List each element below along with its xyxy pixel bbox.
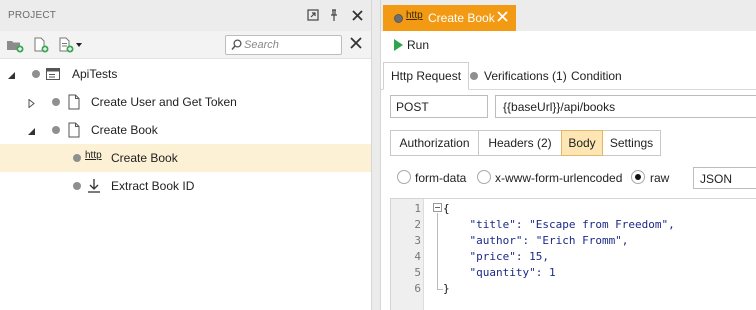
project-panel-header: PROJECT xyxy=(0,0,371,31)
urlencoded-label: x-www-form-urlencoded xyxy=(495,171,623,185)
search-icon xyxy=(231,39,242,54)
line-number-gutter: 1 2 3 4 5 6 xyxy=(391,199,424,310)
run-label: Run xyxy=(407,38,430,52)
body-format-select[interactable]: JSON xyxy=(693,167,756,189)
tab-condition[interactable]: Condition xyxy=(571,62,622,90)
code-line: } xyxy=(443,282,450,295)
tree-item-create-book[interactable]: Create Book xyxy=(0,116,371,144)
project-panel-title: PROJECT xyxy=(8,10,57,21)
close-panel-icon[interactable] xyxy=(349,7,365,23)
document-tab-label: Create Book xyxy=(428,11,495,25)
http-method-field[interactable] xyxy=(390,95,488,118)
restore-window-icon[interactable] xyxy=(305,7,321,23)
code-line: "price": 15, xyxy=(443,250,549,263)
search-box[interactable] xyxy=(225,35,342,55)
project-icon xyxy=(45,66,61,82)
close-tab-icon[interactable] xyxy=(497,11,510,24)
expand-arrow-icon[interactable] xyxy=(27,97,36,109)
pin-icon[interactable] xyxy=(326,7,342,23)
clear-search-icon[interactable] xyxy=(350,37,364,51)
http-request-icon: http xyxy=(85,150,103,166)
url-field[interactable] xyxy=(495,95,756,118)
add-step-dropdown-icon[interactable] xyxy=(58,37,84,53)
code-line: { xyxy=(443,202,450,215)
code-line: "author": "Erich Fromm", xyxy=(443,234,629,247)
tree-item-apitests[interactable]: ApiTests xyxy=(0,60,371,88)
extract-download-icon xyxy=(86,178,102,194)
tree-item-label: Create Book xyxy=(91,123,158,137)
status-dot xyxy=(52,98,60,106)
collapse-arrow-icon[interactable] xyxy=(7,69,16,79)
test-case-icon xyxy=(66,94,82,110)
urlencoded-radio[interactable] xyxy=(477,170,491,184)
tree-item-create-book-http-step[interactable]: http Create Book xyxy=(0,144,371,172)
fold-toggle-icon[interactable] xyxy=(433,203,442,212)
project-panel: PROJECT Search ApiTests Create User and … xyxy=(0,0,371,310)
project-toolbar xyxy=(0,31,371,59)
run-toolbar: Run xyxy=(381,31,756,58)
status-dot xyxy=(73,182,81,190)
http-icon-text: http xyxy=(85,150,102,161)
tab-headers[interactable]: Headers (2) xyxy=(478,130,562,156)
tab-authorization[interactable]: Authorization xyxy=(390,130,479,156)
tree-item-label: Create User and Get Token xyxy=(91,95,237,109)
editor-panel: http Create Book Run Http Request Verifi… xyxy=(381,0,756,310)
line-number: 4 xyxy=(414,250,421,263)
tab-http-request[interactable]: Http Request xyxy=(383,62,470,90)
document-tab-strip: http Create Book xyxy=(381,0,756,31)
tree-item-label: ApiTests xyxy=(72,67,118,81)
step-sub-tabs: Http Request Verifications (1) Condition xyxy=(381,60,756,90)
test-case-icon xyxy=(66,122,82,138)
tab-verifications[interactable]: Verifications (1) xyxy=(470,62,567,90)
panel-splitter[interactable] xyxy=(371,0,381,310)
request-section-tabs: Authorization Headers (2) Body Settings xyxy=(390,130,661,156)
tree-item-label: Extract Book ID xyxy=(111,179,195,193)
status-dot xyxy=(52,126,60,134)
tab-label: Headers (2) xyxy=(488,136,552,150)
tree-item-label: Create Book xyxy=(111,151,178,165)
tree-item-create-user-and-get-token[interactable]: Create User and Get Token xyxy=(0,88,371,116)
tab-label: Verifications (1) xyxy=(484,69,567,83)
raw-radio[interactable] xyxy=(631,170,645,184)
http-request-icon: http xyxy=(406,10,423,21)
raw-label: raw xyxy=(650,171,670,185)
status-dot xyxy=(73,154,81,162)
line-number: 3 xyxy=(414,234,421,247)
body-format-value: JSON xyxy=(700,172,733,186)
tab-label: Authorization xyxy=(399,136,470,150)
tab-label: Settings xyxy=(609,136,654,150)
status-dot xyxy=(32,70,40,78)
tab-body[interactable]: Body xyxy=(561,130,603,156)
body-type-options: form-data x-www-form-urlencoded raw JSON xyxy=(381,165,756,191)
status-dot xyxy=(470,72,478,80)
play-icon xyxy=(394,39,403,51)
line-number: 5 xyxy=(414,266,421,279)
code-line: "quantity": 1 xyxy=(443,266,556,279)
code-editor[interactable]: 1 2 3 4 5 6 { "title": "Escape from Free… xyxy=(390,198,756,310)
tab-label: Condition xyxy=(571,69,622,83)
add-folder-icon[interactable] xyxy=(6,37,24,53)
fold-guide xyxy=(437,213,438,289)
line-number: 1 xyxy=(414,202,421,215)
search-input[interactable] xyxy=(244,37,339,53)
code-line: "title": "Escape from Freedom", xyxy=(443,218,675,231)
tab-label: Http Request xyxy=(391,69,462,83)
add-test-icon[interactable] xyxy=(32,37,50,53)
line-number: 2 xyxy=(414,218,421,231)
status-dot xyxy=(394,14,403,23)
form-data-radio[interactable] xyxy=(397,170,411,184)
form-data-label: form-data xyxy=(415,171,467,185)
tab-label: Body xyxy=(568,136,596,150)
document-tab-create-book[interactable]: http Create Book xyxy=(383,5,516,31)
tree-item-extract-book-id[interactable]: Extract Book ID xyxy=(0,172,371,200)
line-number: 6 xyxy=(414,282,421,295)
collapse-arrow-icon[interactable] xyxy=(27,125,36,135)
tab-settings[interactable]: Settings xyxy=(602,130,661,156)
